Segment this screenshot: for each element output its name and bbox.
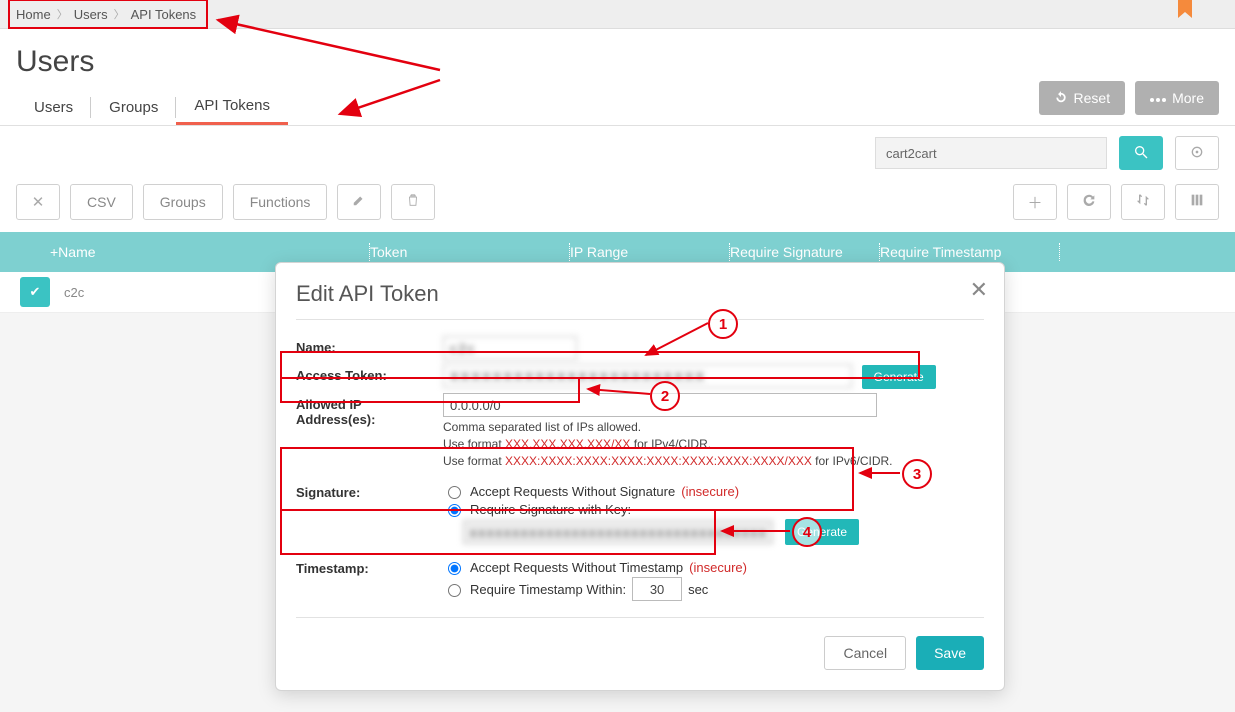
th-token[interactable]: Token (370, 243, 570, 261)
csv-button[interactable]: CSV (70, 184, 133, 220)
annotation-number-4: 4 (792, 517, 822, 547)
search-input[interactable] (875, 137, 1107, 169)
th-sig[interactable]: Require Signature (730, 243, 880, 261)
th-ip[interactable]: IP Range (570, 243, 730, 261)
tab-groups[interactable]: Groups (91, 91, 176, 124)
bookmark-icon[interactable] (1175, 0, 1195, 23)
functions-button[interactable]: Functions (233, 184, 328, 220)
annotation-box-3 (280, 447, 854, 511)
reload-icon (1081, 192, 1097, 212)
groups-button[interactable]: Groups (143, 184, 223, 220)
sort-icon (1135, 192, 1151, 212)
close-selection-button[interactable]: ✕ (16, 184, 60, 220)
edit-api-token-dialog: ✕ Edit API Token Name: Access Token: Gen… (275, 262, 1005, 691)
refresh-icon (1054, 90, 1068, 107)
tab-api-tokens[interactable]: API Tokens (176, 89, 288, 125)
search-icon (1133, 144, 1149, 163)
ts-require-radio[interactable] (448, 584, 461, 597)
annotation-number-1: 1 (708, 309, 738, 339)
breadcrumb: Home 〉 Users 〉 API Tokens (8, 0, 208, 29)
ts-require-label: Require Timestamp Within: (470, 582, 626, 597)
columns-button[interactable] (1175, 184, 1219, 220)
sort-button[interactable] (1121, 184, 1165, 220)
columns-icon (1189, 192, 1205, 212)
annotation-number-3: 3 (902, 459, 932, 489)
tab-users[interactable]: Users (16, 91, 91, 124)
delete-button[interactable] (391, 184, 435, 220)
cancel-button[interactable]: Cancel (824, 636, 906, 670)
annotation-box-2 (280, 377, 580, 403)
more-label: More (1172, 90, 1204, 106)
close-icon: ✕ (32, 193, 45, 211)
crumb-home[interactable]: Home (16, 7, 51, 22)
edit-button[interactable] (337, 184, 381, 220)
timestamp-seconds-field[interactable] (632, 577, 682, 601)
chevron-right-icon: 〉 (57, 6, 68, 22)
ts-accept-radio[interactable] (448, 562, 461, 575)
pencil-icon (352, 193, 366, 211)
row-name: c2c (64, 285, 84, 300)
target-button[interactable] (1175, 136, 1219, 170)
reset-label: Reset (1074, 90, 1111, 106)
chevron-right-icon: 〉 (114, 6, 125, 22)
plus-icon: ＋ (1027, 192, 1042, 213)
ellipsis-icon (1150, 90, 1166, 106)
ts-accept-insecure: (insecure) (689, 560, 747, 575)
ts-accept-label: Accept Requests Without Timestamp (470, 560, 683, 575)
th-ts[interactable]: Require Timestamp (880, 243, 1060, 261)
close-icon: ✕ (970, 277, 988, 302)
check-icon: ✔ (30, 284, 41, 300)
reset-button[interactable]: Reset (1039, 81, 1126, 115)
annotation-number-2: 2 (650, 381, 680, 411)
page-title: Users (16, 45, 1219, 79)
save-button[interactable]: Save (916, 636, 984, 670)
row-checkbox[interactable]: ✔ (20, 277, 50, 307)
ts-sec-unit: sec (688, 582, 708, 597)
target-icon (1189, 144, 1205, 163)
crumb-api-tokens[interactable]: API Tokens (131, 7, 197, 22)
add-button[interactable]: ＋ (1013, 184, 1057, 220)
search-button[interactable] (1119, 136, 1163, 170)
annotation-box-1 (280, 351, 920, 379)
label-timestamp: Timestamp: (296, 557, 443, 576)
trash-icon (406, 193, 420, 211)
th-name[interactable]: +Name (20, 243, 370, 261)
annotation-box-4 (280, 509, 716, 555)
more-button[interactable]: More (1135, 81, 1219, 115)
dialog-title: Edit API Token (296, 281, 984, 307)
close-dialog-button[interactable]: ✕ (970, 279, 988, 301)
crumb-users[interactable]: Users (74, 7, 108, 22)
reload-button[interactable] (1067, 184, 1111, 220)
